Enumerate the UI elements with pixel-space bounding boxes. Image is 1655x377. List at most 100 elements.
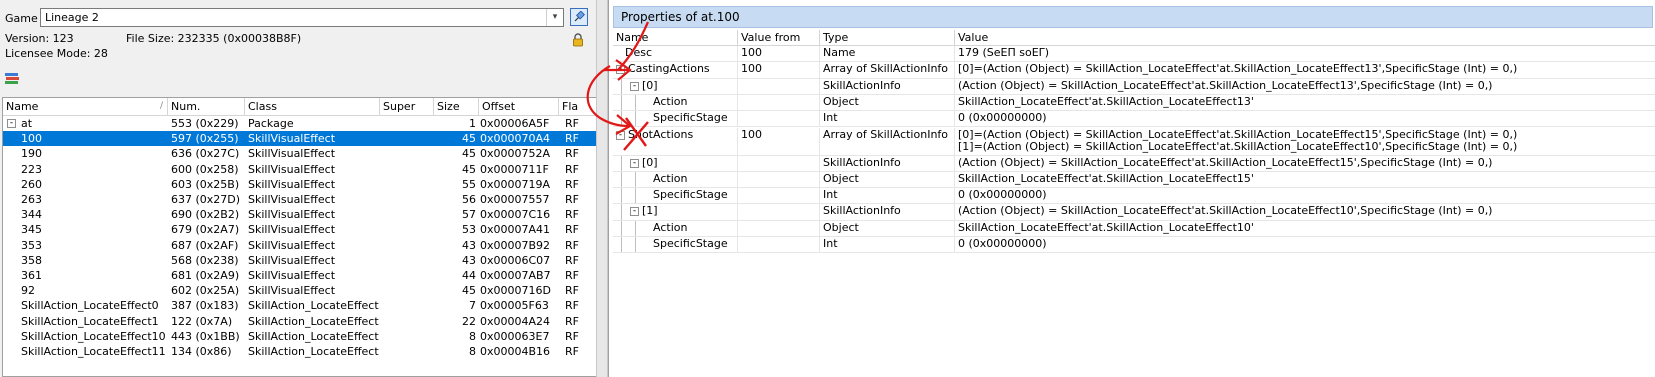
table-row[interactable]: - at 553 (0x229) Package 1 0x00006A5F RF	[3, 116, 596, 131]
cell-offset: 0x00006A5F	[480, 117, 550, 130]
game-select[interactable]: Lineage 2 ▾	[40, 8, 564, 27]
cell-offset: 0x00007B92	[480, 238, 551, 252]
cell-name: 353	[21, 238, 42, 252]
pin-button[interactable]	[570, 8, 588, 26]
property-type: SkillActionInfo	[820, 155, 955, 171]
cell-offset: 0x0000719A	[480, 177, 551, 191]
table-row[interactable]: 358 568 (0x238) SkillVisualEffect 43 0x00006…	[3, 253, 596, 268]
collapse-icon[interactable]: -	[7, 119, 16, 128]
column-header-offset[interactable]: Offset	[479, 98, 559, 115]
table-row[interactable]: 353 687 (0x2AF) SkillVisualEffect 43 0x00007…	[3, 238, 596, 253]
cell-size: 45	[462, 162, 476, 176]
column-header-type[interactable]: Type	[820, 30, 955, 45]
chevron-down-icon[interactable]: ▾	[546, 9, 563, 26]
table-row[interactable]: SkillAction_LocateEffect1 122 (0x7A) Skill…	[3, 314, 596, 329]
properties-grid[interactable]: Name Value from Type Value Desc 100 Name 17…	[613, 30, 1655, 377]
game-label: Game	[5, 12, 38, 25]
column-header-class[interactable]: Class	[245, 98, 380, 115]
cell-flags: RF	[565, 345, 579, 358]
cell-offset: 0x00004A24	[480, 314, 551, 328]
property-value[interactable]: 0 (0x00000000)	[955, 111, 1655, 126]
cell-class: SkillVisualEffect	[248, 193, 336, 206]
column-header-name[interactable]: Name /	[3, 98, 168, 115]
property-row[interactable]: [1] SkillActionInfo (Action (Object) = Ski…	[613, 204, 1655, 221]
cell-size: 8	[469, 329, 476, 343]
cell-class: SkillAction_LocateEffect	[248, 345, 379, 358]
splitter[interactable]	[596, 0, 608, 377]
table-row[interactable]: SkillAction_LocateEffect11 134 (0x86) Skil…	[3, 344, 596, 359]
cell-class: SkillAction_LocateEffect	[248, 314, 379, 328]
collapse-icon[interactable]: -	[630, 158, 639, 168]
cell-offset: 0x00007C16	[480, 208, 551, 222]
property-row[interactable]: SpecificStage Int 0 (0x00000000)	[613, 237, 1655, 254]
property-value[interactable]: (Action (Object) = SkillAction_LocateEff…	[955, 204, 1655, 219]
collapse-icon[interactable]: -	[616, 130, 625, 140]
table-row[interactable]: 100 597 (0x255) SkillVisualEffect 45 0x00007…	[3, 131, 596, 147]
cell-name: 358	[21, 253, 42, 267]
table-row[interactable]: 190 636 (0x27C) SkillVisualEffect 45 0x00007…	[3, 146, 596, 161]
property-value[interactable]: (Action (Object) = SkillAction_LocateEff…	[955, 79, 1655, 94]
table-row[interactable]: 263 637 (0x27D) SkillVisualEffect 56 0x00007…	[3, 192, 596, 207]
cell-flags: RF	[565, 299, 579, 313]
property-row[interactable]: CastingActions 100 Array of SkillActionInf…	[613, 62, 1655, 79]
property-value[interactable]: SkillAction_LocateEffect'at.SkillAction_…	[955, 221, 1655, 236]
table-row[interactable]: 344 690 (0x2B2) SkillVisualEffect 57 0x00007…	[3, 207, 596, 222]
cell-name: 190	[21, 147, 42, 161]
cell-num: 636 (0x27C)	[171, 147, 240, 161]
collapse-icon[interactable]: -	[630, 207, 639, 217]
cell-offset: 0x0000716D	[480, 284, 551, 298]
property-row[interactable]: Desc 100 Name 179 (SeEΠ soEΓ)	[613, 46, 1655, 63]
property-row[interactable]: Action Object SkillAction_LocateEffect'at.…	[613, 220, 1655, 237]
property-row[interactable]: Action Object SkillAction_LocateEffect'at.…	[613, 94, 1655, 112]
property-row[interactable]: ShotActions 100 Array of SkillActionInfo [0…	[613, 127, 1655, 156]
cell-name: 344	[21, 208, 42, 222]
cell-flags: RF	[565, 238, 579, 252]
column-header-value[interactable]: Value	[955, 30, 1655, 45]
property-from: 100	[738, 62, 820, 78]
property-value[interactable]: 0 (0x00000000)	[955, 188, 1655, 203]
column-header-value-from[interactable]: Value from	[738, 30, 820, 45]
collapse-icon[interactable]: -	[616, 65, 625, 75]
cell-num: 637 (0x27D)	[171, 193, 241, 206]
table-row[interactable]: 260 603 (0x25B) SkillVisualEffect 55 0x00007…	[3, 177, 596, 192]
property-value[interactable]: (Action (Object) = SkillAction_LocateEff…	[955, 156, 1655, 171]
cell-offset: 0x00004B16	[480, 345, 551, 358]
cell-size: 43	[462, 238, 476, 252]
property-value[interactable]: [0]=(Action (Object) = SkillAction_Locat…	[955, 128, 1655, 155]
cell-flags: RF	[565, 162, 579, 176]
property-value[interactable]: SkillAction_LocateEffect'at.SkillAction_…	[955, 95, 1655, 110]
cell-offset: 0x00005F63	[480, 299, 549, 313]
property-value[interactable]: [0]=(Action (Object) = SkillAction_Locat…	[955, 62, 1655, 77]
cell-offset: 0x0000711F	[480, 162, 549, 176]
table-row[interactable]: 361 681 (0x2A9) SkillVisualEffect 44 0x00007…	[3, 268, 596, 283]
lock-icon	[573, 33, 583, 47]
property-value[interactable]: 179 (SeEΠ soEΓ)	[955, 46, 1655, 61]
cell-num: 687 (0x2AF)	[171, 238, 239, 252]
column-header-flags[interactable]: Fla	[559, 98, 596, 115]
column-header-prop-name[interactable]: Name	[613, 30, 738, 45]
cell-num: 681 (0x2A9)	[171, 269, 240, 282]
table-row[interactable]: 345 679 (0x2A7) SkillVisualEffect 53 0x00007…	[3, 222, 596, 237]
property-row[interactable]: Action Object SkillAction_LocateEffect'at.…	[613, 171, 1655, 189]
property-value[interactable]: SkillAction_LocateEffect'at.SkillAction_…	[955, 172, 1655, 187]
column-header-size[interactable]: Size	[434, 98, 479, 115]
table-row[interactable]: SkillAction_LocateEffect10 443 (0x1BB) Ski…	[3, 329, 596, 344]
collapse-icon[interactable]: -	[630, 81, 639, 91]
property-row[interactable]: SpecificStage Int 0 (0x00000000)	[613, 111, 1655, 128]
table-row[interactable]: 92 602 (0x25A) SkillVisualEffect 45 0x000071…	[3, 283, 596, 298]
property-value[interactable]: 0 (0x00000000)	[955, 237, 1655, 252]
property-from	[738, 78, 820, 94]
cell-name: SkillAction_LocateEffect11	[21, 345, 166, 358]
column-header-num[interactable]: Num.	[168, 98, 245, 115]
property-row[interactable]: [0] SkillActionInfo (Action (Object) = Ski…	[613, 155, 1655, 172]
property-row[interactable]: [0] SkillActionInfo (Action (Object) = Ski…	[613, 78, 1655, 95]
table-row[interactable]: 223 600 (0x258) SkillVisualEffect 45 0x00007…	[3, 162, 596, 177]
object-list[interactable]: Name / Num. Class Super Size Offset Fla -…	[2, 97, 596, 377]
cell-flags: RF	[565, 117, 579, 130]
cell-size: 53	[462, 223, 476, 237]
column-header-super[interactable]: Super	[380, 98, 434, 115]
property-row[interactable]: SpecificStage Int 0 (0x00000000)	[613, 188, 1655, 205]
properties-panel: Properties of at.100 Name Value from Typ…	[608, 0, 1655, 377]
books-icon[interactable]	[4, 70, 20, 86]
table-row[interactable]: SkillAction_LocateEffect0 387 (0x183) Skil…	[3, 298, 596, 313]
